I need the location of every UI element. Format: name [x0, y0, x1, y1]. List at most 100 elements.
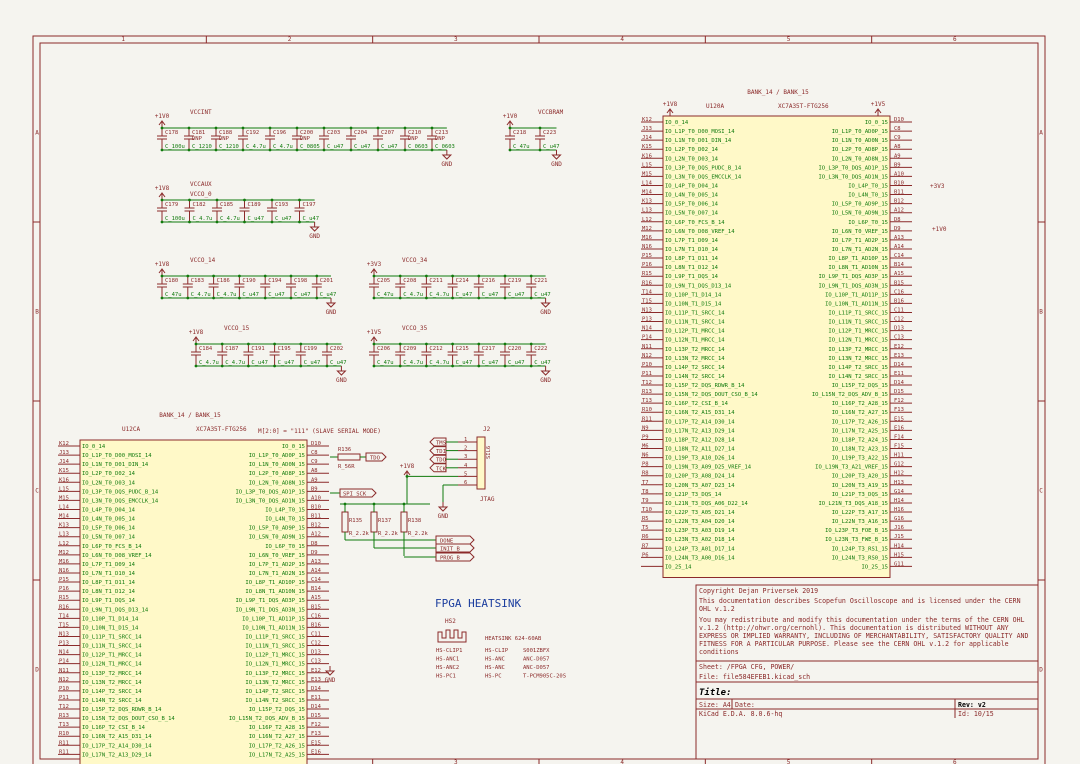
junction-dot [295, 126, 299, 130]
junction-dot [451, 342, 454, 346]
cap-bank-vccaux: +1V8VCCAUXVCCO_0C179C_100uC182C_4.7uC185… [155, 181, 321, 240]
pin-name: IO_L9N_T1_DQS_AD3N_15 [818, 283, 888, 289]
pin-number: J15 [894, 534, 904, 540]
net-label: INIT_B [440, 547, 461, 553]
heatsink-title: FPGA HEATSINK [435, 597, 521, 610]
junction-dot [376, 148, 380, 152]
resistor-r137: R137 R_2.2k [370, 502, 399, 548]
capacitor: C188DNPC_1210 [211, 126, 239, 152]
pin-name: IO_L14N_T2_SRCC_15 [245, 698, 305, 704]
pin-number: C8 [894, 126, 901, 132]
power-label: +1V8 [155, 261, 170, 268]
heatsink-ref-row: HS-CLIP1 [436, 648, 463, 654]
pin-number: R15 [642, 271, 652, 277]
pin-name: IO_25_14 [665, 564, 692, 570]
cap-ref: C178 [165, 130, 178, 136]
pin-name: IO_L24N_T3_RS0_15 [832, 555, 888, 561]
net-label: TCK [436, 466, 447, 472]
pin-number: E11 [311, 695, 321, 701]
cap-ref: C209 [403, 346, 416, 352]
pin-name: IO_L5N_T0_D07_14 [82, 535, 136, 541]
part-ref: U120A [706, 103, 724, 110]
pin-number: T8 [642, 489, 649, 495]
pin-number: N11 [642, 344, 652, 350]
cap-ref: C217 [482, 346, 495, 352]
pin-number: T14 [642, 289, 653, 295]
capacitor: C208 C_4.7u [395, 274, 423, 300]
cap-ref: C189 [248, 202, 261, 208]
cap-value: C_47u [377, 360, 394, 366]
pin-name: IO_L5P_T0_AD9P_15 [832, 202, 888, 208]
row-marker: A [1039, 130, 1043, 137]
pin-name: IO_L8N_T1_AD10N_15 [828, 265, 888, 271]
pin-number: A10 [311, 495, 321, 501]
pin-name: IO_L16N_T2_A15_D31_14 [665, 410, 735, 416]
pin-number: L13 [642, 208, 652, 214]
pin-number: M12 [642, 226, 652, 232]
cap-value: C_u47 [303, 216, 320, 222]
ground-icon [551, 154, 562, 160]
pin-name: IO_L6P_T0_15 [265, 544, 305, 550]
pin-number: C13 [311, 659, 321, 665]
pin-number: F12 [311, 722, 321, 728]
pin-name: IO_L4P_T0_D04_14 [665, 183, 719, 189]
pin-number: C11 [894, 307, 904, 313]
cap-dnp: DNP [408, 136, 419, 142]
cap-dnp: DNP [300, 136, 311, 142]
pin-name: IO_L11P_T1_SRCC_15 [245, 634, 305, 640]
pin-name: IO_L6P_T0_15 [848, 220, 888, 226]
junction-dot [160, 148, 164, 152]
junction-dot [477, 296, 481, 300]
cap-value: C_4.7u [273, 144, 293, 150]
net-label: TDO [436, 458, 446, 464]
junction-dot [188, 220, 191, 224]
pin-number: M15 [642, 171, 652, 177]
pin-name: IO_L22P_T3_A17_15 [832, 510, 888, 516]
junction-dot [372, 364, 376, 368]
junction-dot [215, 198, 219, 202]
capacitor: C186 C_4.7u [208, 274, 236, 300]
cap-value: C_u47 [242, 292, 259, 298]
pin-number: N16 [59, 568, 69, 574]
pin-name: IO_L8N_T1_D12_14 [665, 265, 719, 271]
heatsink-block: FPGA HEATSINK HS2 HEATSINK 624-60AB HS-CLIP… [435, 597, 566, 680]
heatsink-ref-row: HS-ANC1 [436, 657, 459, 663]
pin-name: IO_L4N_T0_D05_14 [82, 517, 136, 523]
junction-dot [268, 148, 272, 152]
junction-dot [268, 126, 272, 130]
pin-number: T15 [59, 622, 69, 628]
pin-number: C9 [311, 459, 318, 465]
resistor-body [370, 511, 378, 533]
pin-number: A13 [311, 559, 321, 565]
pin-name: IO_L20P_T3_A20_15 [832, 474, 888, 480]
pin-name: IO_L21P_T3_DQS_15 [832, 492, 888, 498]
pin-name: IO_L13N_T2_MRCC_14 [665, 356, 725, 362]
junction-dot [212, 296, 216, 300]
pin-name: IO_L12P_T1_MRCC_14 [665, 329, 725, 335]
junction-dot [160, 220, 164, 224]
capacitor: C222 C_u47 [526, 342, 551, 368]
pin-name: IO_L23P_T3_FOE_B_15 [825, 528, 888, 534]
pin-name: IO_L6P_T0_FCS_B_14 [665, 220, 725, 226]
pin-number: C16 [894, 289, 904, 295]
junction-dot [372, 274, 376, 278]
pin-name: IO_L14P_T2_SRCC_15 [245, 689, 305, 695]
junction-dot [451, 296, 454, 300]
junction-dot [243, 220, 246, 224]
pin-name: IO_L11P_T1_SRCC_14 [665, 310, 725, 316]
pin-number: E15 [311, 740, 321, 746]
pin-number: C13 [894, 335, 904, 341]
pin-name: IO_L16P_T2_CSI_B_14 [665, 401, 729, 407]
capacitor: C214 C_u47 [447, 274, 472, 300]
pin-number: 6 [464, 480, 467, 486]
power-label: +1V5 [871, 101, 886, 108]
resistor-body [400, 511, 408, 533]
junction-dot [325, 342, 329, 346]
pin-name: IO_L17N_T2_A13_D29_14 [665, 428, 735, 434]
pin-name: IO_L5P_T0_D06_14 [82, 526, 136, 532]
pin-name: IO_L1P_T0_D00_MOSI_14 [82, 453, 152, 459]
column-marker: 3 [454, 36, 458, 43]
cap-ref: C205 [377, 278, 390, 284]
pin-number: D13 [894, 326, 904, 332]
cap-ref: C186 [217, 278, 230, 284]
